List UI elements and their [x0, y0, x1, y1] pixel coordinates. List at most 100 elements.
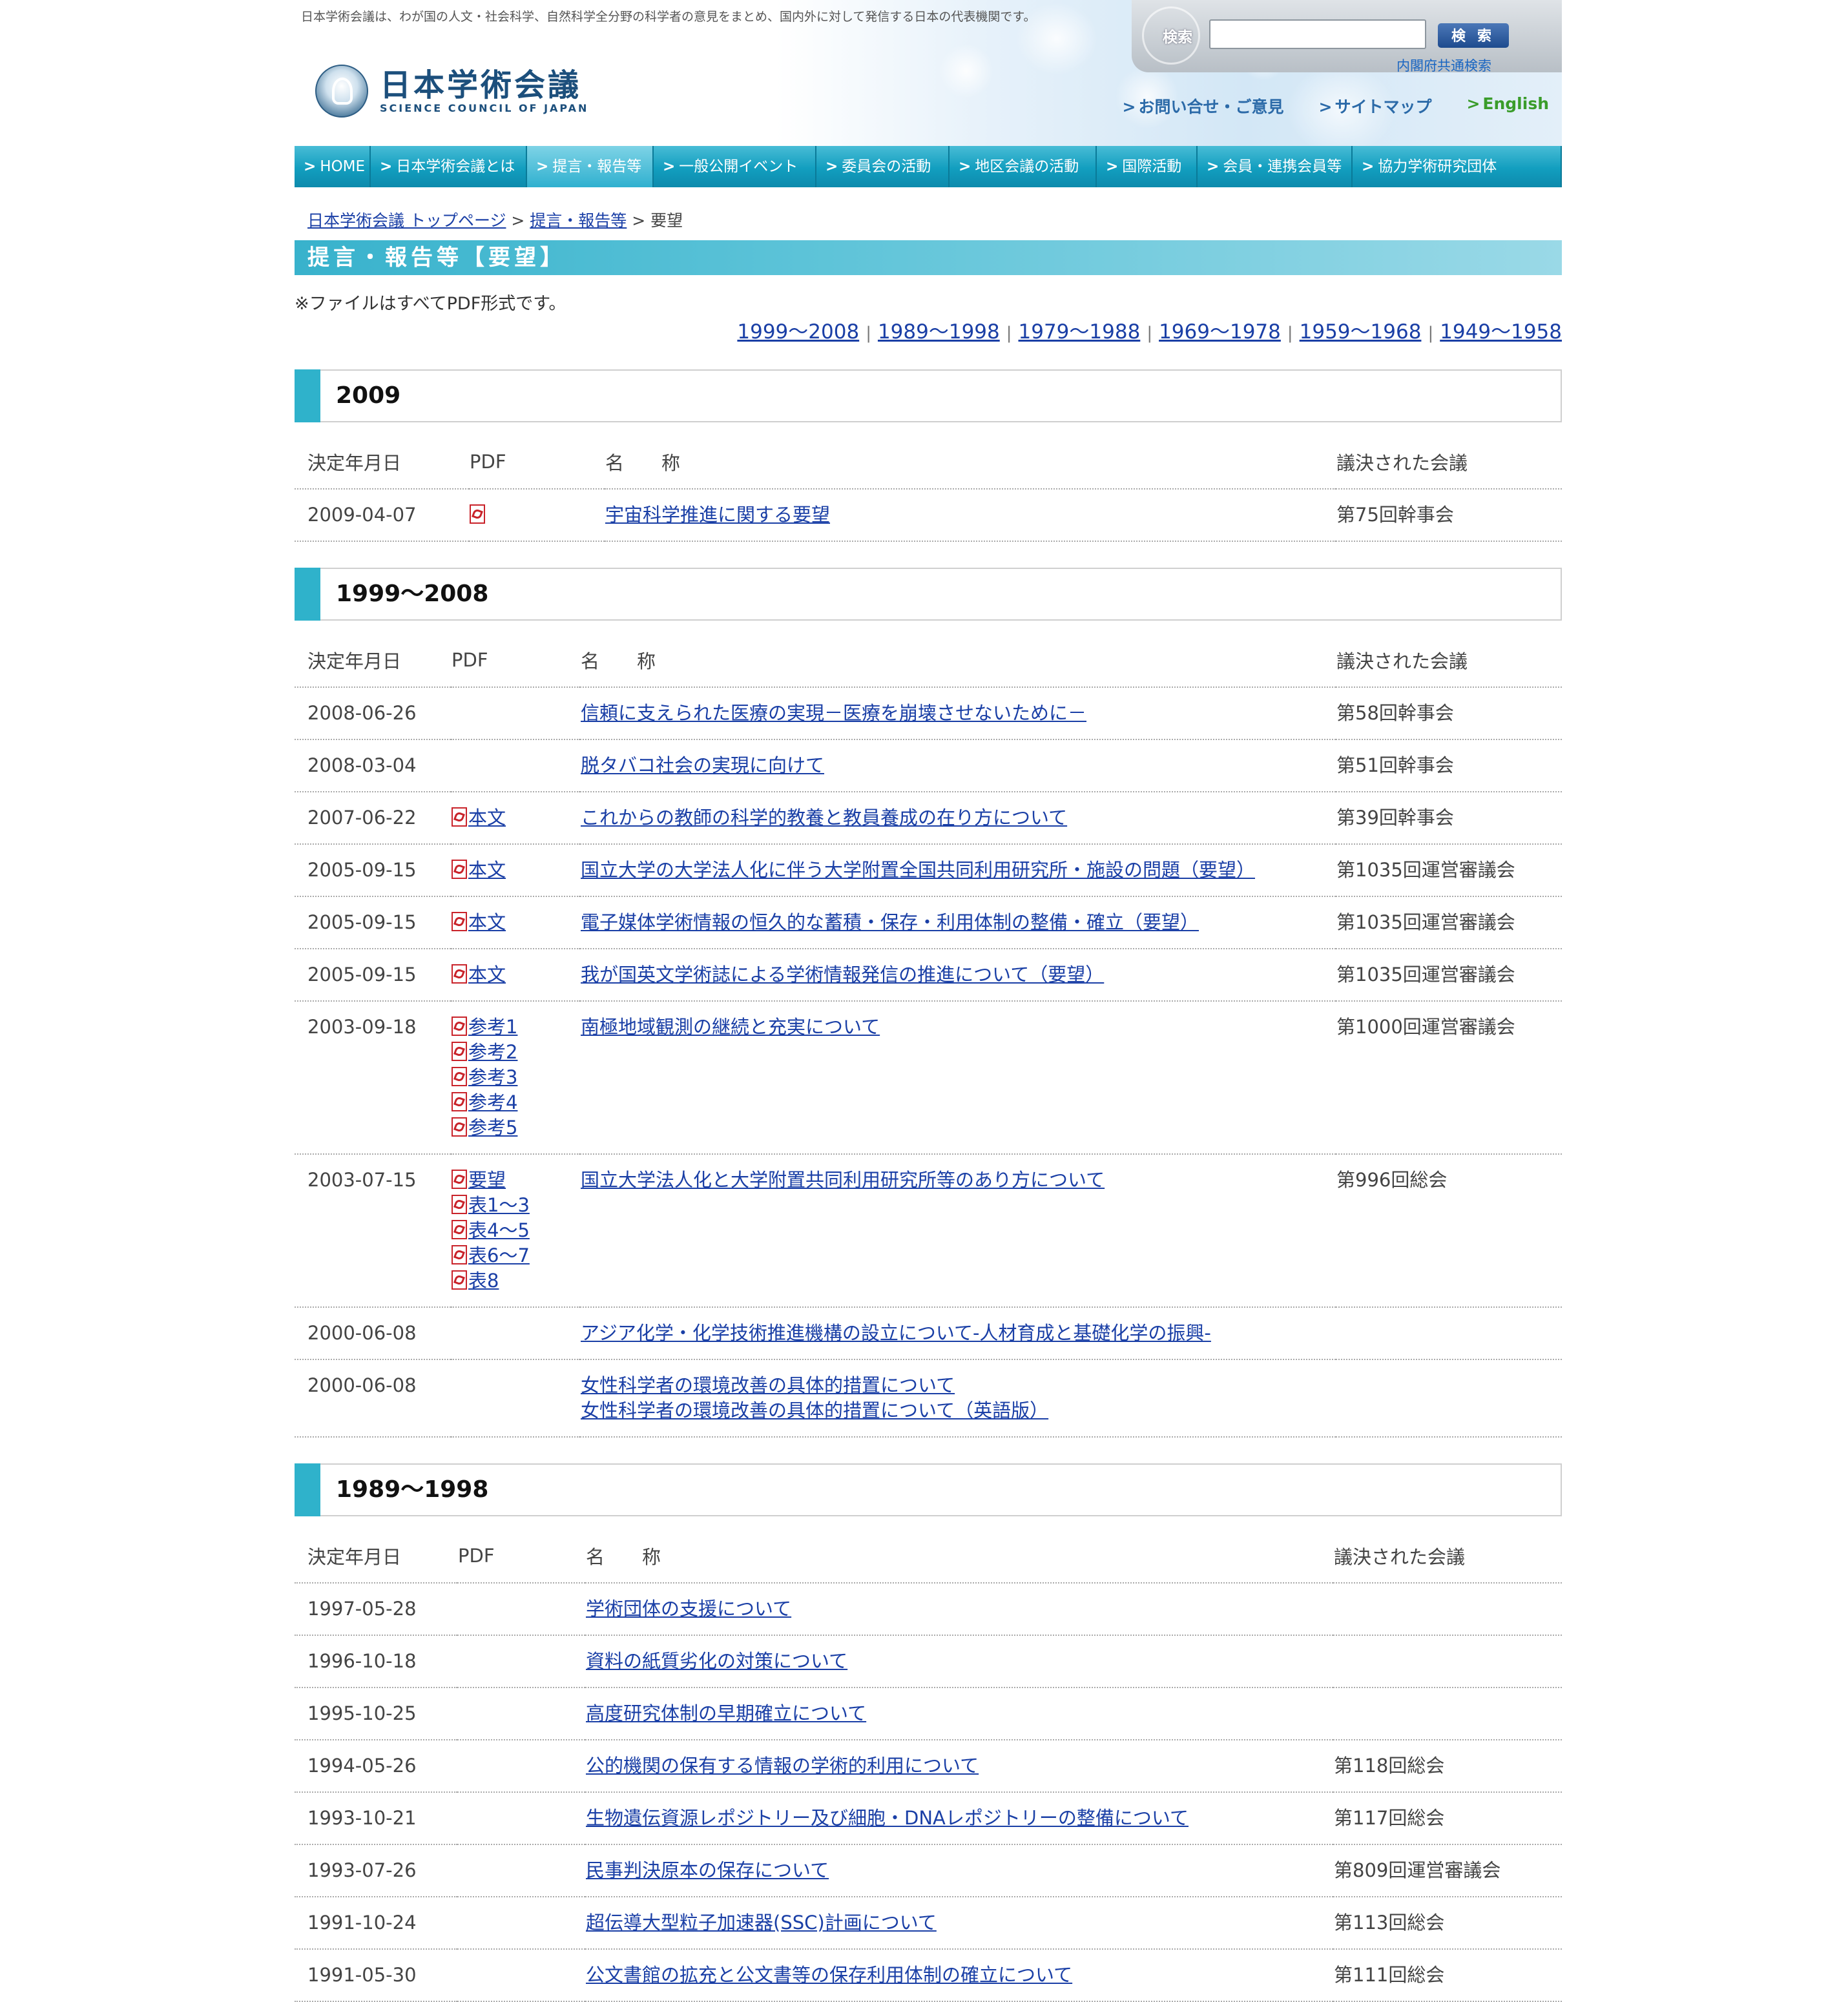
- record-date: 2007-06-22: [295, 792, 451, 845]
- nav-item-label: 委員会の活動: [842, 158, 931, 175]
- site-header: 日本学術会議は、わが国の人文・社会科学、自然科学全分野の科学者の意見をまとめ、国…: [295, 0, 1562, 146]
- record-name: 我が国英文学術誌による学術情報発信の推進について（要望）: [580, 949, 1336, 1002]
- records-table: 決定年月日 PDF 名 称議決された会議 1997-05-28 学術団体の支援について 1…: [295, 1529, 1562, 2002]
- record-title-link[interactable]: 女性科学者の環境改善の具体的措置について（英語版）: [581, 1398, 1335, 1423]
- pdf-link[interactable]: 参考1: [452, 1015, 579, 1040]
- pdf-link[interactable]: 参考5: [452, 1115, 579, 1140]
- contact-link[interactable]: > お問い合せ・ご意見: [1123, 94, 1284, 118]
- nav-item[interactable]: > 一般公開イベント: [654, 146, 816, 187]
- pdf-icon: [452, 1195, 467, 1214]
- record-name: 生物遺伝資源レポジトリー及び細胞・DNAレポジトリーの整備について: [585, 1792, 1333, 1845]
- record-title-link[interactable]: 高度研究体制の早期確立について: [586, 1701, 1333, 1726]
- record-meeting: 第117回総会: [1333, 1792, 1562, 1845]
- nav-item-label: 一般公開イベント: [679, 158, 798, 175]
- pdf-link[interactable]: [470, 502, 604, 528]
- record-pdf-links: 本文: [451, 896, 580, 949]
- year-range-link[interactable]: 1959～1968: [1300, 320, 1422, 344]
- pdf-link[interactable]: 表6～7: [452, 1243, 579, 1268]
- pdf-icon: [452, 912, 467, 931]
- column-header-pdf: PDF: [469, 435, 605, 490]
- year-range-link[interactable]: 1989～1998: [878, 320, 1000, 344]
- pdf-link[interactable]: 本文: [452, 858, 579, 883]
- table-row: 1994-05-26 公的機関の保有する情報の学術的利用について 第118回総会: [295, 1740, 1562, 1793]
- record-title-link[interactable]: 学術団体の支援について: [586, 1596, 1333, 1622]
- breadcrumb-sep: >: [627, 211, 651, 230]
- pdf-icon: [452, 964, 467, 984]
- record-title-link[interactable]: 公的機関の保有する情報の学術的利用について: [586, 1753, 1333, 1779]
- breadcrumb-sep: >: [506, 211, 530, 230]
- record-name: 信頼に支えられた医療の実現－医療を崩壊させないために－: [580, 687, 1336, 740]
- pdf-link[interactable]: 参考2: [452, 1040, 579, 1065]
- table-row: 2008-03-04 脱タバコ社会の実現に向けて 第51回幹事会: [295, 739, 1562, 792]
- search-input[interactable]: [1209, 19, 1426, 49]
- search-label: 検索: [1163, 29, 1192, 46]
- table-row: 1991-05-30 公文書館の拡充と公文書等の保存利用体制の確立について 第111…: [295, 1949, 1562, 2002]
- pdf-link[interactable]: 参考4: [452, 1090, 579, 1115]
- pdf-link[interactable]: 表8: [452, 1268, 579, 1294]
- nav-item[interactable]: > 委員会の活動: [816, 146, 950, 187]
- record-title-link[interactable]: 女性科学者の環境改善の具体的措置について: [581, 1373, 1335, 1398]
- record-title-link[interactable]: アジア化学・化学技術推進機構の設立について-人材育成と基礎化学の振興-: [581, 1321, 1335, 1346]
- nav-item-label: 日本学術会議とは: [396, 158, 515, 175]
- record-title-link[interactable]: 国立大学法人化と大学附置共同利用研究所等のあり方について: [581, 1168, 1335, 1193]
- table-row: 1993-07-26 民事判決原本の保存について 第809回運営審議会: [295, 1844, 1562, 1897]
- year-range-link[interactable]: 1999～2008: [737, 320, 859, 344]
- year-range-link[interactable]: 1949～1958: [1440, 320, 1562, 344]
- record-date: 2005-09-15: [295, 949, 451, 1002]
- record-title-link[interactable]: 民事判決原本の保存について: [586, 1858, 1333, 1883]
- record-title-link[interactable]: 南極地域観測の継続と充実について: [581, 1015, 1335, 1040]
- chevron-right-icon: >: [380, 158, 393, 175]
- chevron-right-icon: >: [304, 158, 317, 175]
- record-title-link[interactable]: 電子媒体学術情報の恒久的な蓄積・保存・利用体制の整備・確立（要望）: [581, 910, 1335, 935]
- record-date: 2008-06-26: [295, 687, 451, 740]
- pdf-icon: [452, 1117, 467, 1137]
- nav-item[interactable]: > 地区会議の活動: [950, 146, 1097, 187]
- sitemap-link[interactable]: > サイトマップ: [1318, 94, 1431, 118]
- record-title-link[interactable]: 国立大学の大学法人化に伴う大学附置全国共同利用研究所・施設の問題（要望）: [581, 858, 1335, 883]
- year-range-link[interactable]: 1979～1988: [1019, 320, 1141, 344]
- pdf-link[interactable]: 本文: [452, 962, 579, 987]
- pdf-link-label: 表8: [468, 1270, 499, 1292]
- record-meeting: [1333, 1687, 1562, 1740]
- column-header-pdf: PDF: [457, 1529, 585, 1584]
- chevron-right-icon: >: [1318, 98, 1333, 116]
- record-title-link[interactable]: 超伝導大型粒子加速器(SSC)計画について: [586, 1910, 1333, 1935]
- link-separator: |: [1147, 324, 1153, 343]
- record-meeting: [1336, 1307, 1562, 1360]
- pdf-link[interactable]: 本文: [452, 910, 579, 935]
- record-name: 民事判決原本の保存について: [585, 1844, 1333, 1897]
- page-title: 提言・報告等【要望】: [295, 240, 1562, 275]
- record-title-link[interactable]: 脱タバコ社会の実現に向けて: [581, 753, 1335, 778]
- pdf-link[interactable]: 参考3: [452, 1065, 579, 1090]
- table-row: 2005-09-15 本文 我が国英文学術誌による学術情報発信の推進について（要望）…: [295, 949, 1562, 1002]
- nav-item[interactable]: > 会員・連携会員等: [1198, 146, 1353, 187]
- pdf-link-label: 表1～3: [468, 1194, 530, 1216]
- record-title-link[interactable]: 我が国英文学術誌による学術情報発信の推進について（要望）: [581, 962, 1335, 987]
- section-title: 1989～1998: [336, 1476, 489, 1503]
- pdf-link[interactable]: 表4～5: [452, 1218, 579, 1243]
- breadcrumb-home[interactable]: 日本学術会議 トップページ: [307, 211, 506, 230]
- search-button[interactable]: 検 索: [1438, 23, 1509, 48]
- pdf-link[interactable]: 表1～3: [452, 1193, 579, 1218]
- site-logo[interactable]: 日本学術会議 SCIENCE COUNCIL OF JAPAN: [315, 65, 588, 118]
- year-range-link[interactable]: 1969～1978: [1159, 320, 1281, 344]
- nav-item[interactable]: > HOME: [295, 146, 371, 187]
- pdf-link[interactable]: 本文: [452, 805, 579, 831]
- logo-english: SCIENCE COUNCIL OF JAPAN: [380, 101, 589, 114]
- nav-item[interactable]: > 提言・報告等: [527, 146, 654, 187]
- record-title-link[interactable]: 生物遺伝資源レポジトリー及び細胞・DNAレポジトリーの整備について: [586, 1806, 1333, 1831]
- pdf-link[interactable]: 要望: [452, 1168, 579, 1193]
- chevron-right-icon: >: [1362, 158, 1375, 175]
- cabinet-search-link[interactable]: 内閣府共通検索: [1396, 56, 1491, 75]
- record-title-link[interactable]: 公文書館の拡充と公文書等の保存利用体制の確立について: [586, 1963, 1333, 1988]
- record-title-link[interactable]: これからの教師の科学的教養と教員養成の在り方について: [581, 805, 1335, 831]
- record-title-link[interactable]: 資料の紙質劣化の対策について: [586, 1649, 1333, 1674]
- record-pdf-links: [451, 1307, 580, 1360]
- record-title-link[interactable]: 宇宙科学推進に関する要望: [605, 502, 1335, 528]
- english-link[interactable]: > English: [1466, 94, 1549, 118]
- record-title-link[interactable]: 信頼に支えられた医療の実現－医療を崩壊させないために－: [581, 701, 1335, 726]
- breadcrumb-parent[interactable]: 提言・報告等: [530, 211, 627, 230]
- nav-item[interactable]: > 日本学術会議とは: [371, 146, 527, 187]
- nav-item[interactable]: > 国際活動: [1097, 146, 1198, 187]
- nav-item[interactable]: > 協力学術研究団体: [1353, 146, 1562, 187]
